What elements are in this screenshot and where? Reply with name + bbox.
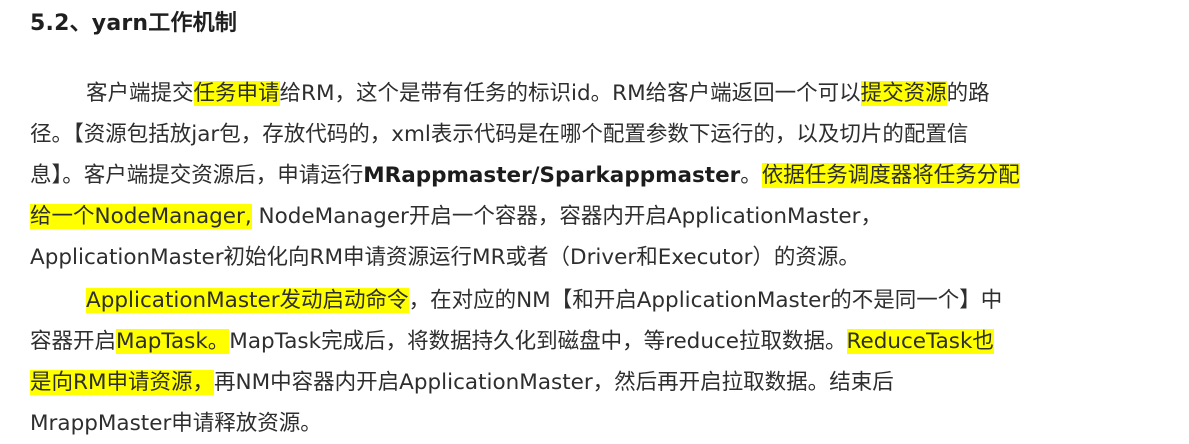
- text-span: MapTask完成后，将数据持久化到磁盘中，等reduce拉取数据。: [229, 329, 847, 354]
- section-heading: 5.2、yarn工作机制: [30, 11, 238, 36]
- paragraph-2: ApplicationMaster发动启动命令，在对应的NM【和开启Applic…: [30, 280, 1170, 444]
- text-span: 再NM中容器内开启ApplicationMaster，然后再开启拉取数据。结束后: [214, 370, 894, 395]
- text-span: MrappMaster申请释放资源。: [30, 411, 322, 436]
- text-span: 径。【资源包括放jar包，存放代码的，xml表示代码是在哪个配置参数下运行的，以…: [30, 122, 969, 147]
- text-span: ，在对应的NM【和开启ApplicationMaster的不是同一个】中: [408, 288, 1003, 313]
- highlight-scheduler-assign: 依据任务调度器将任务分配: [761, 163, 1020, 188]
- paragraph-2-line-4: MrappMaster申请释放资源。: [30, 403, 1170, 444]
- highlight-launch-command: ApplicationMaster发动启动命令: [86, 288, 409, 313]
- paragraph-2-line-3: 是向RM申请资源，再NM中容器内开启ApplicationMaster，然后再开…: [30, 362, 1170, 403]
- highlight-reducetask: ReduceTask也: [846, 329, 994, 354]
- highlight-maptask: MapTask。: [116, 329, 230, 354]
- paragraph-1-line-5: ApplicationMaster初始化向RM申请资源运行MR或者（Driver…: [30, 237, 1170, 278]
- paragraph-1: 客户端提交任务申请给RM，这个是带有任务的标识id。RM给客户端返回一个可以提交…: [30, 73, 1170, 278]
- text-span: NodeManager开启一个容器，容器内开启ApplicationMaster…: [251, 204, 882, 229]
- text-span: 容器开启: [30, 329, 117, 354]
- paragraph-2-line-1: ApplicationMaster发动启动命令，在对应的NM【和开启Applic…: [30, 280, 1170, 321]
- paragraph-1-line-1: 客户端提交任务申请给RM，这个是带有任务的标识id。RM给客户端返回一个可以提交…: [30, 73, 1170, 114]
- paragraph-1-line-2: 径。【资源包括放jar包，存放代码的，xml表示代码是在哪个配置参数下运行的，以…: [30, 114, 1170, 155]
- highlight-task-request: 任务申请: [193, 81, 280, 106]
- text-span: 。: [740, 163, 762, 188]
- highlight-nodemanager: 给一个NodeManager,: [30, 204, 252, 229]
- text-span: ApplicationMaster初始化向RM申请资源运行MR或者（Driver…: [30, 245, 860, 270]
- highlight-submit-resources: 提交资源: [860, 81, 947, 106]
- bold-appmaster-name: MRappmaster/Sparkappmaster: [363, 163, 741, 188]
- paragraph-1-line-3: 息】。客户端提交资源后，申请运行MRappmaster/Sparkappmast…: [30, 155, 1170, 196]
- highlight-request-rm: 是向RM申请资源，: [30, 370, 214, 395]
- text-span: 客户端提交: [86, 81, 194, 106]
- paragraph-1-line-4: 给一个NodeManager, NodeManager开启一个容器，容器内开启A…: [30, 196, 1170, 237]
- paragraph-2-line-2: 容器开启MapTask。MapTask完成后，将数据持久化到磁盘中，等reduc…: [30, 321, 1170, 362]
- text-span: 息】。客户端提交资源后，申请运行: [30, 163, 364, 188]
- text-span: 的路: [946, 81, 990, 106]
- text-span: 给RM，这个是带有任务的标识id。RM给客户端返回一个可以: [279, 81, 861, 106]
- document-page: 5.2、yarn工作机制 客户端提交任务申请给RM，这个是带有任务的标识id。R…: [0, 0, 1189, 436]
